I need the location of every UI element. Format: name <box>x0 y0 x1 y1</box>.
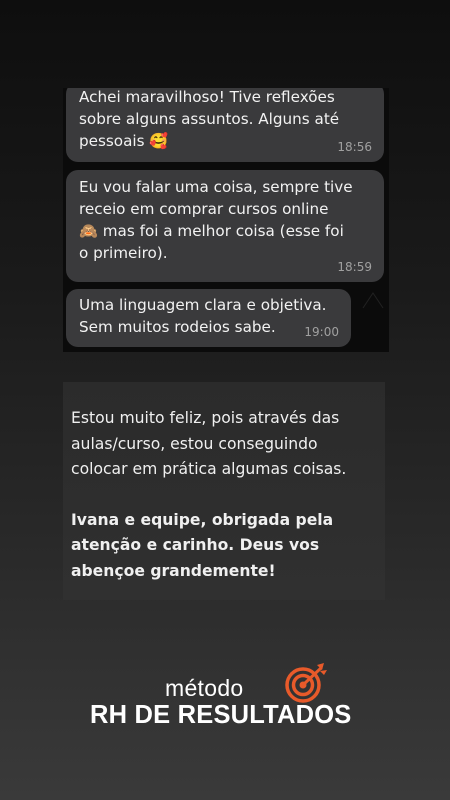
message-line: Uma linguagem clara e objetiva. <box>79 296 327 314</box>
testimonial-closing-line: abençoe grandemente! <box>71 561 276 580</box>
see-no-evil-monkey-emoji-icon: 🙈 <box>79 222 98 240</box>
message-line: pessoais <box>79 132 145 150</box>
message-line: mas foi a melhor coisa (esse foi <box>102 222 344 240</box>
testimonial-line: colocar em prática algumas coisas. <box>71 460 347 478</box>
message-line: Achei maravilhoso! Tive reflexões <box>79 88 335 106</box>
smiling-hearts-emoji-icon: 🥰 <box>149 132 169 150</box>
message-timestamp: 18:59 <box>337 260 372 274</box>
target-arrow-icon <box>285 663 327 703</box>
chat-screenshot: Achei maravilhoso! Tive reflexões sobre … <box>63 88 389 352</box>
message-bubble: Uma linguagem clara e objetiva. Sem muit… <box>66 289 351 347</box>
message-line-with-emoji: 🙈 mas foi a melhor coisa (esse foi <box>79 220 374 242</box>
message-line: sobre alguns assuntos. Alguns até <box>79 110 340 128</box>
testimonial-card: Estou muito feliz, pois através das aula… <box>63 382 385 600</box>
testimonial-closing: Ivana e equipe, obrigada pela atenção e … <box>71 508 377 585</box>
testimonial-line: aulas/curso, estou conseguindo <box>71 434 318 453</box>
testimonial-line: Estou muito feliz, pois através das <box>71 409 340 427</box>
message-timestamp: 19:00 <box>304 325 339 339</box>
message-line: Sem muitos rodeios sabe. <box>79 318 276 336</box>
message-bubble: Achei maravilhoso! Tive reflexões sobre … <box>66 88 384 162</box>
message-bubble: Eu vou falar uma coisa, sempre tive rece… <box>66 170 384 282</box>
brand-name: RH DE RESULTADOS <box>90 701 352 729</box>
testimonial-closing-line: atenção e carinho. Deus vos <box>71 536 320 554</box>
message-line: receio em comprar cursos online <box>79 200 329 218</box>
message-timestamp: 18:56 <box>337 140 372 154</box>
message-line: Eu vou falar uma coisa, sempre tive <box>79 178 353 196</box>
testimonial-closing-line: Ivana e equipe, obrigada pela <box>71 510 334 529</box>
message-line-with-emoji: pessoais 🥰 <box>79 130 374 152</box>
message-line: o primeiro). <box>79 244 168 262</box>
brand-subtitle: método <box>165 675 244 701</box>
